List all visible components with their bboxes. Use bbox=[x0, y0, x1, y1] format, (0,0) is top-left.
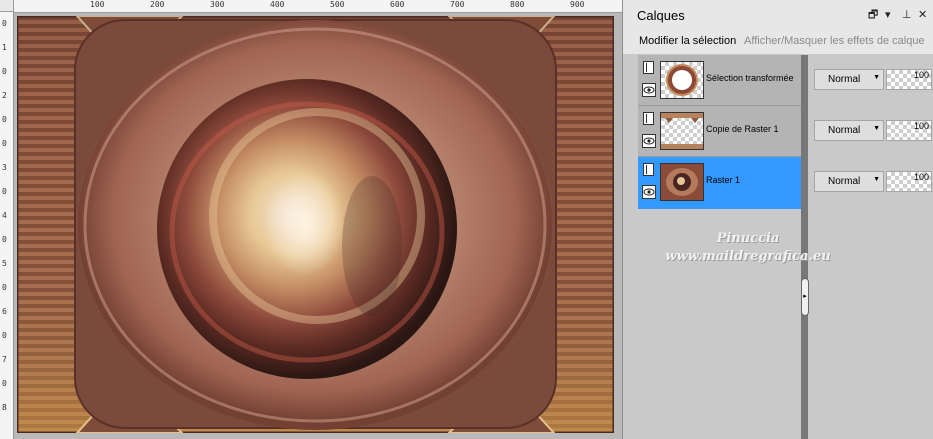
canvas-area[interactable]: 100 200 300 400 500 600 700 800 900 010200304050… bbox=[0, 0, 622, 439]
layer-name: Sélection transformée bbox=[706, 73, 794, 83]
blend-mode-value: Normal bbox=[828, 74, 861, 85]
ruler-tick-label: 100 bbox=[90, 0, 105, 9]
layer-name: Raster 1 bbox=[706, 175, 741, 185]
ruler-tick-label: 3 bbox=[2, 163, 7, 172]
layer-thumbnail bbox=[660, 163, 704, 201]
visibility-eye-icon[interactable] bbox=[642, 83, 656, 97]
visibility-eye-icon[interactable] bbox=[642, 134, 656, 148]
ruler-tick-label: 300 bbox=[210, 0, 225, 9]
chevron-down-icon: ▼ bbox=[873, 176, 880, 183]
blend-mode-select[interactable]: Normal ▼ bbox=[814, 120, 884, 141]
layer-controls-row: Normal ▼ 100 bbox=[810, 120, 933, 142]
ruler-tick-label: 0 bbox=[2, 283, 7, 292]
visibility-eye-icon[interactable] bbox=[642, 185, 656, 199]
toggle-layer-effects-button[interactable]: Afficher/Masquer les effets de calque bbox=[744, 35, 925, 47]
chevron-down-icon: ▼ bbox=[873, 125, 880, 132]
layer-type-icon[interactable] bbox=[643, 112, 654, 125]
layer-list: Sélection transformée Copie de Raster 1 … bbox=[638, 55, 803, 209]
panel-title: Calques bbox=[637, 8, 685, 23]
menu-arrow-icon[interactable]: ▾ bbox=[885, 9, 891, 21]
ruler-tick-label: 1 bbox=[2, 43, 7, 52]
ruler-tick-label: 4 bbox=[2, 211, 7, 220]
ruler-tick-label: 7 bbox=[2, 355, 7, 364]
canvas-artwork bbox=[17, 16, 614, 433]
layers-panel: Calques 🗗 ▾ ⊥ ✕ Modifier la sélection Af… bbox=[622, 0, 933, 439]
blend-mode-select[interactable]: Normal ▼ bbox=[814, 171, 884, 192]
chevron-down-icon: ▼ bbox=[873, 74, 880, 81]
layer-name: Copie de Raster 1 bbox=[706, 124, 779, 134]
ruler-tick-label: 400 bbox=[270, 0, 285, 9]
layer-row-selected[interactable]: Raster 1 bbox=[638, 157, 803, 209]
restore-icon[interactable]: 🗗 bbox=[868, 9, 878, 21]
ruler-horizontal[interactable]: 100 200 300 400 500 600 700 800 900 bbox=[14, 0, 622, 13]
watermark-line-2: www.maildregrafica.eu bbox=[665, 249, 831, 264]
blend-mode-value: Normal bbox=[828, 176, 861, 187]
layer-controls-row: Normal ▼ 100 bbox=[810, 171, 933, 193]
ruler-tick-label: 900 bbox=[570, 0, 585, 9]
watermark: Pinuccia www.maildregrafica.eu bbox=[648, 230, 848, 266]
layer-type-icon[interactable] bbox=[643, 61, 654, 74]
opacity-field[interactable]: 100 bbox=[886, 69, 932, 90]
ruler-tick-label: 0 bbox=[2, 379, 7, 388]
splitter-grip-handle[interactable]: ▸ bbox=[801, 278, 809, 316]
opacity-value: 100 bbox=[913, 70, 929, 80]
blend-mode-select[interactable]: Normal ▼ bbox=[814, 69, 884, 90]
ruler-tick-label: 0 bbox=[2, 67, 7, 76]
ruler-tick-label: 800 bbox=[510, 0, 525, 9]
modify-selection-button[interactable]: Modifier la sélection bbox=[639, 35, 736, 47]
layer-type-icon[interactable] bbox=[643, 163, 654, 176]
ruler-tick-label: 700 bbox=[450, 0, 465, 9]
ruler-tick-label: 0 bbox=[2, 235, 7, 244]
ruler-tick-label: 0 bbox=[2, 115, 7, 124]
opacity-field[interactable]: 100 bbox=[886, 120, 932, 141]
ruler-tick-label: 5 bbox=[2, 259, 7, 268]
pin-icon[interactable]: ⊥ bbox=[902, 9, 912, 21]
layer-controls-row: Normal ▼ 100 bbox=[810, 69, 933, 91]
blend-mode-value: Normal bbox=[828, 125, 861, 136]
ruler-tick-label: 0 bbox=[2, 331, 7, 340]
ruler-tick-label: 2 bbox=[2, 91, 7, 100]
opacity-value: 100 bbox=[913, 121, 929, 131]
watermark-line-1: Pinuccia bbox=[716, 231, 780, 246]
close-icon[interactable]: ✕ bbox=[918, 9, 927, 21]
opacity-value: 100 bbox=[913, 172, 929, 182]
panel-toolbar: Modifier la sélection Afficher/Masquer l… bbox=[623, 30, 933, 54]
ruler-tick-label: 0 bbox=[2, 187, 7, 196]
layer-thumbnail bbox=[660, 61, 704, 99]
image-canvas[interactable] bbox=[17, 16, 614, 433]
opacity-field[interactable]: 100 bbox=[886, 171, 932, 192]
layer-row[interactable]: Sélection transformée bbox=[638, 55, 803, 106]
ruler-tick-label: 200 bbox=[150, 0, 165, 9]
ruler-tick-label: 500 bbox=[330, 0, 345, 9]
layer-thumbnail bbox=[660, 112, 704, 150]
ruler-tick-label: 0 bbox=[2, 19, 7, 28]
layer-row[interactable]: Copie de Raster 1 bbox=[638, 106, 803, 157]
ruler-vertical[interactable]: 0 1 0 2 0 0 3 0 4 0 5 0 6 0 7 0 8 bbox=[0, 12, 14, 439]
panel-header: Calques 🗗 ▾ ⊥ ✕ bbox=[623, 0, 933, 30]
ruler-tick-label: 0 bbox=[2, 139, 7, 148]
ruler-tick-label: 600 bbox=[390, 0, 405, 9]
ruler-corner bbox=[0, 0, 14, 12]
ruler-tick-label: 8 bbox=[2, 403, 7, 412]
ruler-tick-label: 6 bbox=[2, 307, 7, 316]
